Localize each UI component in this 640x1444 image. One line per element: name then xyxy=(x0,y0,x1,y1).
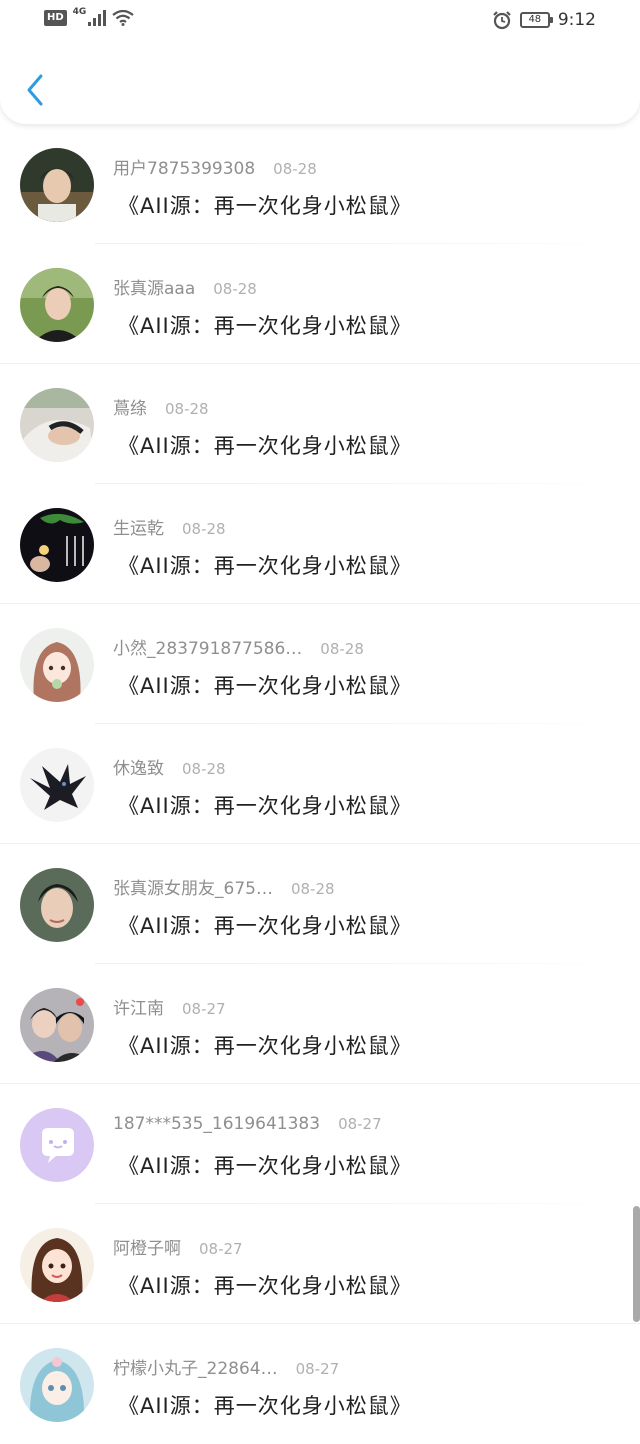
avatar[interactable] xyxy=(20,748,94,822)
list-item[interactable]: 阿橙子啊 08-27 《AII源：再一次化身小松鼠》 xyxy=(0,1204,640,1324)
comment-text: 《AII源：再一次化身小松鼠》 xyxy=(118,674,412,698)
status-left: HD 4G xyxy=(44,7,135,26)
alarm-icon xyxy=(493,11,511,30)
comment-date: 08-27 xyxy=(182,1000,226,1018)
comment-meta: 许江南 08-27 xyxy=(113,994,226,1019)
avatar[interactable] xyxy=(20,388,94,462)
list-item[interactable]: 柠檬小丸子_22864… 08-27 《AII源：再一次化身小松鼠》 xyxy=(0,1324,640,1444)
avatar[interactable] xyxy=(20,508,94,582)
list-item[interactable]: 张真源女朋友_675… 08-28 《AII源：再一次化身小松鼠》 xyxy=(0,844,640,964)
username[interactable]: 柠檬小丸子_22864… xyxy=(113,1354,278,1379)
list-item[interactable]: 休逸致 08-28 《AII源：再一次化身小松鼠》 xyxy=(0,724,640,844)
comment-text: 《AII源：再一次化身小松鼠》 xyxy=(118,1274,412,1298)
comment-meta: 阿橙子啊 08-27 xyxy=(113,1234,243,1259)
username[interactable]: 用户7875399308 xyxy=(113,154,255,179)
comment-date: 08-28 xyxy=(273,160,317,178)
list-item[interactable]: 张真源aaa 08-28 《AII源：再一次化身小松鼠》 xyxy=(0,244,640,364)
comment-text: 《AII源：再一次化身小松鼠》 xyxy=(118,1154,412,1178)
avatar[interactable] xyxy=(20,1108,94,1182)
avatar[interactable] xyxy=(20,148,94,222)
username[interactable]: 小然_283791877586… xyxy=(113,634,302,659)
list-item[interactable]: 生运乾 08-28 《AII源：再一次化身小松鼠》 xyxy=(0,484,640,604)
comment-text: 《AII源：再一次化身小松鼠》 xyxy=(118,914,412,938)
avatar[interactable] xyxy=(20,988,94,1062)
list-item[interactable]: 小然_283791877586… 08-28 《AII源：再一次化身小松鼠》 xyxy=(0,604,640,724)
network-type: 4G xyxy=(72,7,87,17)
username[interactable]: 张真源aaa xyxy=(113,274,195,299)
avatar[interactable] xyxy=(20,1228,94,1302)
hd-badge: HD xyxy=(44,10,67,26)
username[interactable]: 187***535_1619641383 xyxy=(113,1114,320,1134)
wifi-icon xyxy=(112,10,135,26)
back-button[interactable] xyxy=(20,70,50,110)
list-item[interactable]: 用户7875399308 08-28 《AII源：再一次化身小松鼠》 xyxy=(0,124,640,244)
comment-date: 08-28 xyxy=(182,520,226,538)
comment-text: 《AII源：再一次化身小松鼠》 xyxy=(118,794,412,818)
default-avatar-icon xyxy=(20,1108,94,1182)
comment-meta: 生运乾 08-28 xyxy=(113,514,226,539)
scrollbar[interactable] xyxy=(633,1206,640,1322)
status-right: 48 9:12 xyxy=(492,10,596,30)
comment-meta: 张真源女朋友_675… 08-28 xyxy=(113,874,335,899)
username[interactable]: 休逸致 xyxy=(113,754,164,779)
comment-list: 用户7875399308 08-28 《AII源：再一次化身小松鼠》 张真源aa… xyxy=(0,124,640,1444)
comment-date: 08-27 xyxy=(338,1115,382,1133)
comment-text: 《AII源：再一次化身小松鼠》 xyxy=(118,554,412,578)
comment-date: 08-28 xyxy=(320,640,364,658)
comment-text: 《AII源：再一次化身小松鼠》 xyxy=(118,194,412,218)
top-bar: HD 4G 48 9:12 xyxy=(0,0,640,124)
avatar[interactable] xyxy=(20,1348,94,1422)
username[interactable]: 张真源女朋友_675… xyxy=(113,874,273,899)
status-bar: HD 4G 48 9:12 xyxy=(0,0,640,44)
comment-date: 08-28 xyxy=(165,400,209,418)
username[interactable]: 生运乾 xyxy=(113,514,164,539)
list-item[interactable]: 蔦绦 08-28 《AII源：再一次化身小松鼠》 xyxy=(0,364,640,484)
comment-meta: 柠檬小丸子_22864… 08-27 xyxy=(113,1354,339,1379)
comment-text: 《AII源：再一次化身小松鼠》 xyxy=(118,1394,412,1418)
comment-date: 08-28 xyxy=(213,280,257,298)
avatar[interactable] xyxy=(20,268,94,342)
comment-meta: 用户7875399308 08-28 xyxy=(113,154,317,179)
comment-meta: 小然_283791877586… 08-28 xyxy=(113,634,364,659)
list-item[interactable]: 许江南 08-27 《AII源：再一次化身小松鼠》 xyxy=(0,964,640,1084)
signal-icon xyxy=(88,10,107,26)
clock: 9:12 xyxy=(557,10,596,30)
comment-meta: 张真源aaa 08-28 xyxy=(113,274,257,299)
comment-date: 08-28 xyxy=(182,760,226,778)
avatar[interactable] xyxy=(20,868,94,942)
comment-text: 《AII源：再一次化身小松鼠》 xyxy=(118,434,412,458)
comment-date: 08-27 xyxy=(199,1240,243,1258)
comment-meta: 休逸致 08-28 xyxy=(113,754,226,779)
username[interactable]: 许江南 xyxy=(113,994,164,1019)
comment-date: 08-28 xyxy=(290,880,335,898)
comment-date: 08-27 xyxy=(295,1360,340,1378)
battery-icon: 48 xyxy=(519,12,553,28)
chevron-left-icon xyxy=(27,74,43,106)
avatar[interactable] xyxy=(20,628,94,702)
comment-text: 《AII源：再一次化身小松鼠》 xyxy=(118,1034,412,1058)
comment-text: 《AII源：再一次化身小松鼠》 xyxy=(118,314,412,338)
comment-meta: 187***535_1619641383 08-27 xyxy=(113,1114,382,1134)
username[interactable]: 蔦绦 xyxy=(113,394,147,419)
comment-meta: 蔦绦 08-28 xyxy=(113,394,209,419)
list-item[interactable]: 187***535_1619641383 08-27 《AII源：再一次化身小松… xyxy=(0,1084,640,1204)
username[interactable]: 阿橙子啊 xyxy=(113,1234,181,1259)
